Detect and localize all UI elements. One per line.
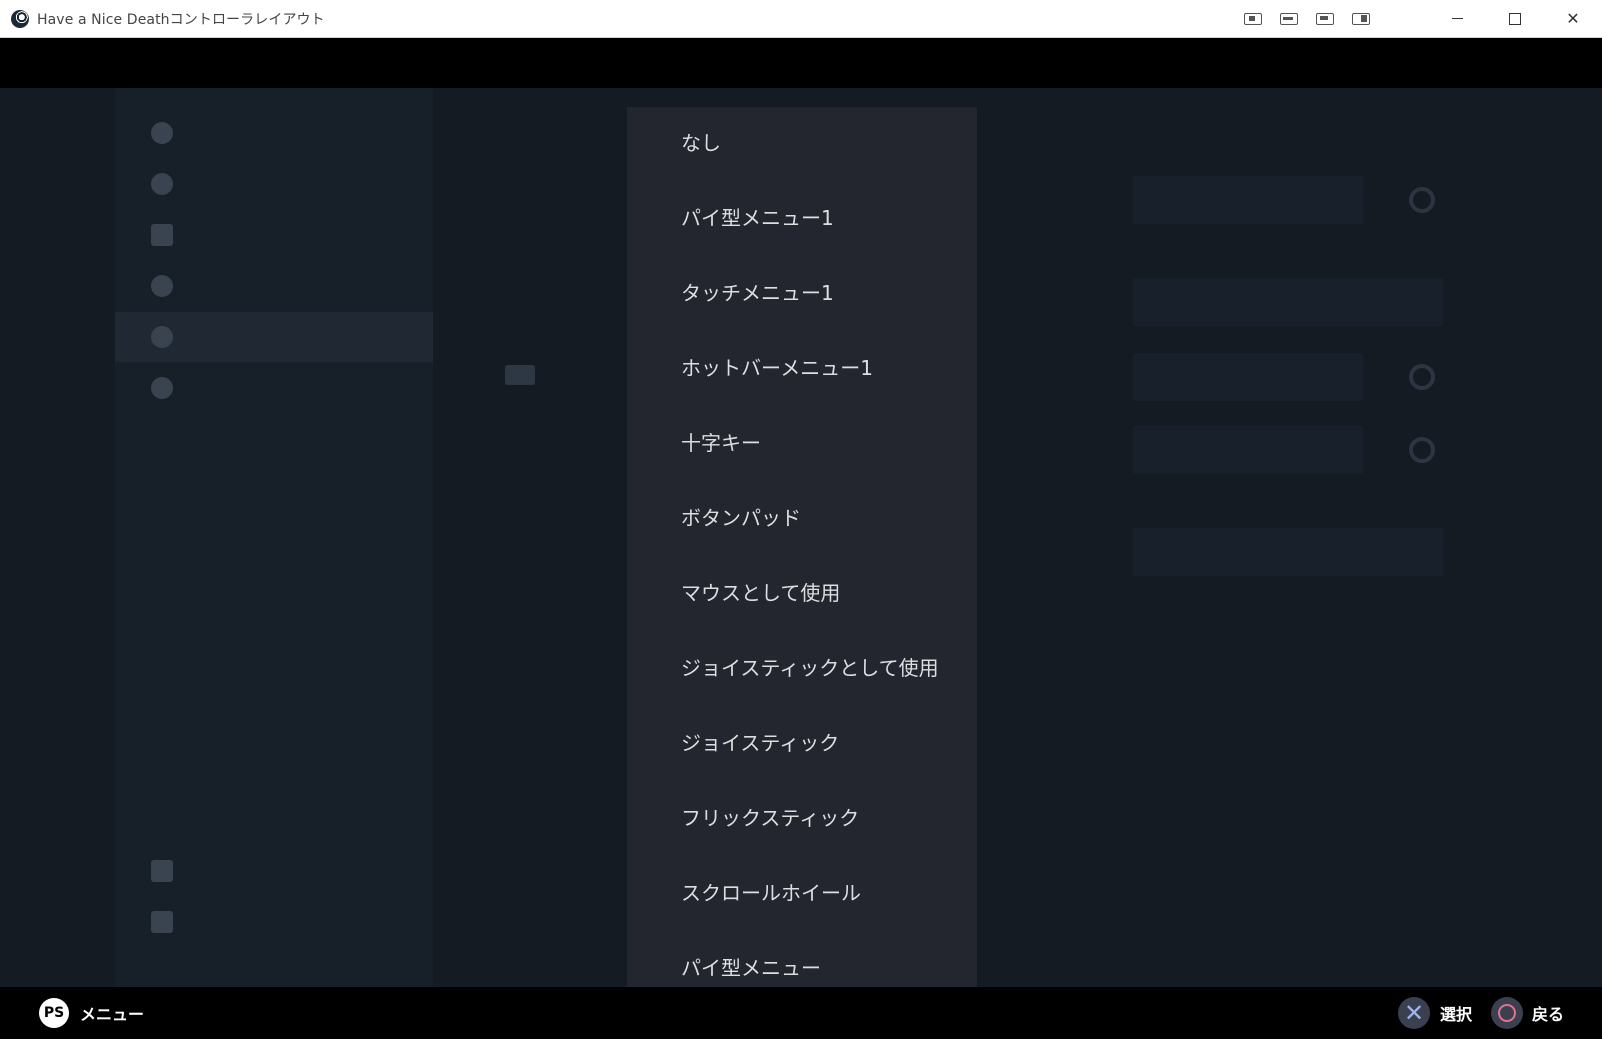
background-sidebar	[115, 88, 433, 987]
sidebar-item-icon	[151, 377, 173, 399]
dropdown-option-as-mouse[interactable]: マウスとして使用	[681, 581, 840, 605]
window-title: Have a Nice Deathコントローラレイアウト	[37, 11, 325, 28]
background-select	[1133, 278, 1443, 326]
cross-button-icon[interactable]: ✕	[1398, 997, 1430, 1029]
sidebar-item	[115, 897, 433, 947]
titlebar-controls: ✕	[1244, 0, 1602, 37]
circle-button-icon[interactable]	[1491, 997, 1523, 1029]
gear-icon	[1409, 187, 1435, 213]
panel-icon[interactable]	[1352, 12, 1370, 25]
dropdown-option-touch-menu-1[interactable]: タッチメニュー1	[681, 281, 834, 305]
dropdown-option-flick-stick[interactable]: フリックスティック	[681, 806, 859, 830]
background-field-icon	[505, 365, 535, 385]
menu-hint-label[interactable]: メニュー	[80, 1001, 144, 1025]
background-button	[1133, 426, 1363, 474]
layout-icon[interactable]	[1280, 12, 1298, 25]
sidebar-item-icon	[151, 326, 173, 348]
dropdown-option-as-joystick[interactable]: ジョイスティックとして使用	[681, 656, 939, 680]
dropdown-option-radial-menu-1[interactable]: パイ型メニュー1	[681, 206, 834, 230]
sidebar-item	[115, 363, 433, 413]
sidebar-item	[115, 210, 433, 260]
window-titlebar: Have a Nice Deathコントローラレイアウト ✕	[0, 0, 1602, 38]
mode-dropdown-list[interactable]: なし パイ型メニュー1 タッチメニュー1 ホットバーメニュー1 十字キー ボタン…	[627, 107, 977, 987]
circle-glyph	[1498, 1004, 1516, 1022]
dropdown-option-dpad[interactable]: 十字キー	[681, 431, 761, 455]
sidebar-item-active	[115, 312, 433, 362]
background-button	[1133, 353, 1363, 401]
steam-logo-icon	[11, 9, 29, 28]
sidebar-item	[115, 108, 433, 158]
close-button[interactable]: ✕	[1544, 0, 1602, 37]
maximize-button[interactable]	[1486, 0, 1544, 37]
maximize-icon	[1509, 12, 1521, 25]
dropdown-option-none[interactable]: なし	[681, 131, 721, 155]
sidebar-item-icon	[151, 860, 173, 882]
gear-icon	[1409, 437, 1435, 463]
top-band	[0, 38, 1602, 88]
sidebar-item-icon	[151, 911, 173, 933]
dropdown-option-scroll-wheel[interactable]: スクロールホイール	[681, 881, 861, 905]
sidebar-item-icon	[151, 275, 173, 297]
sidebar-item-icon	[151, 122, 173, 144]
sidebar-item	[115, 159, 433, 209]
minimize-button[interactable]	[1428, 0, 1486, 37]
background-select	[1133, 528, 1443, 576]
controller-hint-bar: PS メニュー ✕ 選択 戻る	[0, 987, 1602, 1039]
dropdown-option-hotbar-menu-1[interactable]: ホットバーメニュー1	[681, 356, 873, 380]
minimize-icon	[1451, 18, 1463, 19]
sidebar-item-icon	[151, 224, 173, 246]
close-icon: ✕	[1566, 9, 1580, 28]
cross-glyph: ✕	[1403, 999, 1425, 1027]
select-hint-label[interactable]: 選択	[1440, 1001, 1472, 1025]
playstation-icon[interactable]: PS	[39, 998, 69, 1028]
dropdown-option-joystick[interactable]: ジョイスティック	[681, 731, 839, 755]
gear-icon	[1409, 364, 1435, 390]
screenshot-icon[interactable]	[1244, 12, 1262, 25]
view-icon[interactable]	[1316, 12, 1334, 25]
sidebar-item-icon	[151, 173, 173, 195]
back-hint-label[interactable]: 戻る	[1532, 1001, 1564, 1025]
dropdown-option-button-pad[interactable]: ボタンパッド	[681, 506, 801, 530]
sidebar-item	[115, 261, 433, 311]
dropdown-option-radial-menu[interactable]: パイ型メニュー	[681, 956, 821, 980]
sidebar-item	[115, 846, 433, 896]
background-select	[1133, 176, 1363, 224]
